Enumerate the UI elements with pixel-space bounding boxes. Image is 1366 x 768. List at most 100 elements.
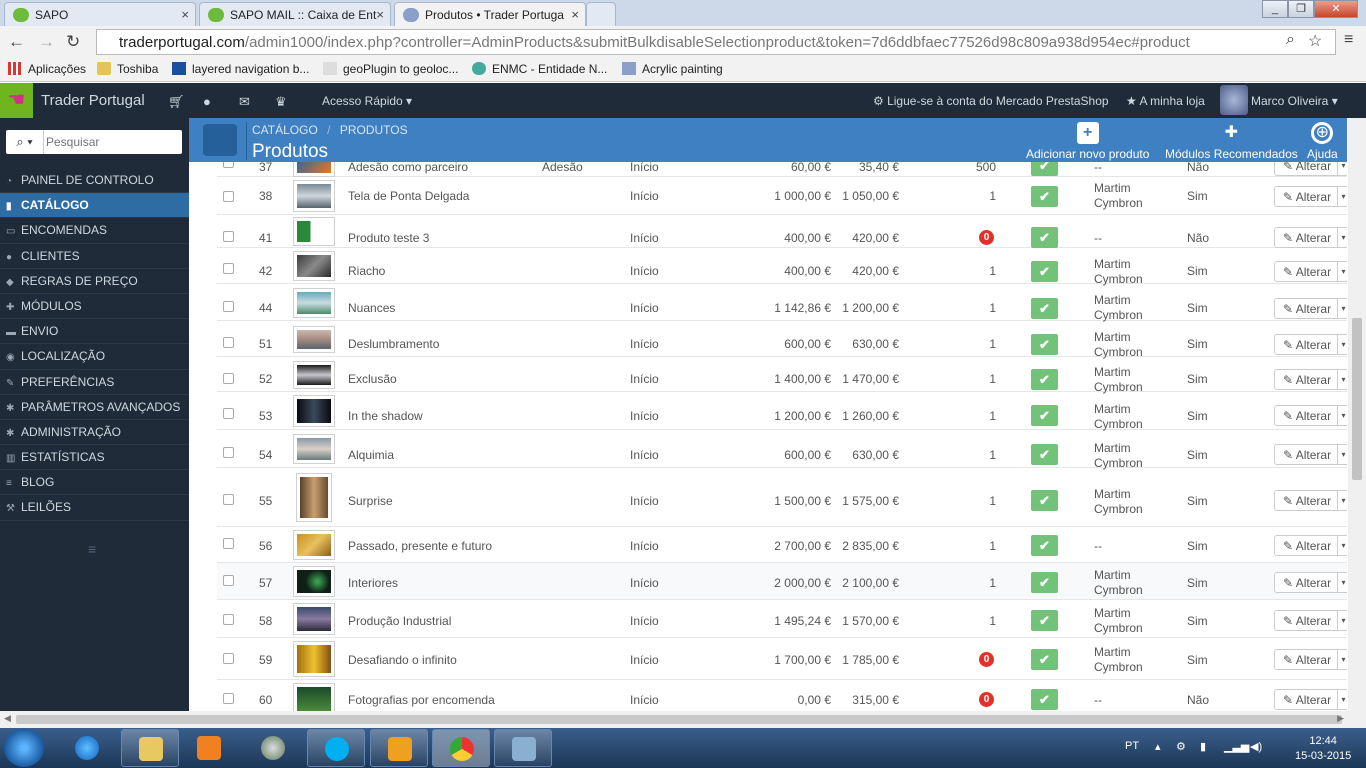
edit-button[interactable]: ✎ Alterar	[1274, 649, 1338, 670]
enabled-check-icon[interactable]: ✔	[1031, 334, 1058, 355]
table-row[interactable]: 51 Deslumbramento Início 600,00 € 630,00…	[217, 321, 1347, 359]
row-actions-dropdown[interactable]: ▾	[1338, 610, 1347, 631]
hand-logo-icon[interactable]: ☚	[0, 83, 33, 118]
help-button[interactable]: ⊕ Ajuda	[1307, 122, 1338, 161]
row-checkbox[interactable]	[223, 263, 234, 274]
scrollbar-thumb[interactable]	[16, 715, 1342, 724]
edit-button[interactable]: ✎ Alterar	[1274, 227, 1338, 248]
network-icon[interactable]: ⚙	[1176, 740, 1186, 753]
table-row[interactable]: 38 Tela de Ponta Delgada Início 1 000,00…	[217, 177, 1347, 215]
enabled-check-icon[interactable]: ✔	[1031, 261, 1058, 282]
recommended-modules-button[interactable]: ✚ Módulos Recomendados	[1165, 122, 1298, 161]
row-actions-dropdown[interactable]: ▾	[1338, 444, 1347, 465]
enabled-check-icon[interactable]: ✔	[1031, 689, 1058, 710]
row-actions-dropdown[interactable]: ▾	[1338, 334, 1347, 355]
search-input[interactable]	[46, 132, 180, 152]
sidebar-item-price-rules[interactable]: ◆ REGRAS DE PREÇO	[0, 269, 189, 294]
row-actions-dropdown[interactable]: ▾	[1338, 572, 1347, 593]
enabled-check-icon[interactable]: ✔	[1031, 186, 1058, 207]
table-row[interactable]: 44 Nuances Início 1 142,86 € 1 200,00 € …	[217, 284, 1347, 322]
enabled-check-icon[interactable]: ✔	[1031, 405, 1058, 426]
address-bar[interactable]: traderportugal.com/admin1000/index.php?c…	[96, 29, 1336, 55]
row-checkbox[interactable]	[223, 447, 234, 458]
edit-button[interactable]: ✎ Alterar	[1274, 261, 1338, 282]
back-icon[interactable]: ←	[8, 32, 25, 52]
skype-taskbar-button[interactable]	[307, 729, 365, 767]
row-actions-dropdown[interactable]: ▾	[1338, 162, 1347, 176]
table-row[interactable]: 57 Interiores Início 2 000,00 € 2 100,00…	[217, 563, 1347, 600]
collapse-menu-icon[interactable]: ≡	[88, 541, 96, 557]
row-checkbox[interactable]	[223, 575, 234, 586]
enabled-check-icon[interactable]: ✔	[1031, 649, 1058, 670]
sidebar-item-advanced[interactable]: ✱ PARÂMETROS AVANÇADOS	[0, 395, 189, 420]
row-actions-dropdown[interactable]: ▾	[1338, 261, 1347, 282]
edit-button[interactable]: ✎ Alterar	[1274, 490, 1338, 511]
sidebar-item-preferences[interactable]: ✎ PREFERÊNCIAS	[0, 370, 189, 395]
table-row[interactable]: 56 Passado, presente e futuro Início 2 7…	[217, 527, 1347, 563]
table-row[interactable]: 58 Produção Industrial Início 1 495,24 €…	[217, 600, 1347, 638]
trophy-icon[interactable]: ♛	[275, 94, 287, 110]
enabled-check-icon[interactable]: ✔	[1031, 572, 1058, 593]
enabled-check-icon[interactable]: ✔	[1031, 227, 1058, 248]
tab-sapo[interactable]: SAPO ×	[4, 2, 196, 26]
row-actions-dropdown[interactable]: ▾	[1338, 689, 1347, 710]
row-checkbox[interactable]	[223, 653, 234, 664]
row-checkbox[interactable]	[223, 191, 234, 202]
table-row[interactable]: 54 Alquimia Início 600,00 € 630,00 € 1 ✔…	[217, 430, 1347, 470]
volume-icon[interactable]: ◀)	[1250, 740, 1262, 753]
sidebar-item-blog[interactable]: ≡ BLOG	[0, 470, 189, 496]
row-actions-dropdown[interactable]: ▾	[1338, 298, 1347, 319]
edit-button[interactable]: ✎ Alterar	[1274, 369, 1338, 390]
sidebar-item-orders[interactable]: ▭ ENCOMENDAS	[0, 218, 189, 244]
enabled-check-icon[interactable]: ✔	[1031, 369, 1058, 390]
edit-button[interactable]: ✎ Alterar	[1274, 162, 1338, 176]
close-tab-icon[interactable]: ×	[181, 7, 189, 22]
enabled-check-icon[interactable]: ✔	[1031, 610, 1058, 631]
bookmark-toshiba[interactable]: Toshiba	[97, 62, 158, 76]
new-tab-button[interactable]	[586, 2, 616, 26]
bookmark-apps[interactable]: Aplicações	[8, 62, 86, 76]
enabled-check-icon[interactable]: ✔	[1031, 444, 1058, 465]
sidebar-item-catalog[interactable]: ▮ CATÁLOGO	[0, 193, 189, 219]
tab-produtos[interactable]: Produtos • Trader Portuga ×	[394, 2, 586, 26]
scrollbar-thumb[interactable]	[1352, 318, 1362, 480]
bookmark-acrylic[interactable]: Acrylic painting	[622, 62, 723, 76]
table-row[interactable]: 42 Riacho Início 400,00 € 420,00 € 1 ✔ M…	[217, 248, 1347, 286]
enabled-check-icon[interactable]: ✔	[1031, 298, 1058, 319]
table-row[interactable]: 59 Desafiando o infinito Início 1 700,00…	[217, 638, 1347, 680]
row-actions-dropdown[interactable]: ▾	[1338, 490, 1347, 511]
vertical-scrollbar[interactable]	[1348, 118, 1366, 711]
cart-icon[interactable]: 🛒︎	[168, 94, 185, 110]
row-actions-dropdown[interactable]: ▾	[1338, 186, 1347, 207]
row-checkbox[interactable]	[223, 693, 234, 704]
quick-access-menu[interactable]: Acesso Rápido ▾	[322, 94, 412, 108]
app-taskbar-button[interactable]	[244, 729, 302, 767]
maximize-icon[interactable]: ❐	[1288, 0, 1314, 18]
shop-name[interactable]: Trader Portugal	[41, 92, 145, 109]
outlook-taskbar-button[interactable]	[370, 729, 428, 767]
my-shop-link[interactable]: ★ A minha loja	[1126, 94, 1205, 108]
search-icon[interactable]: ⌕	[1286, 31, 1295, 49]
close-tab-icon[interactable]: ×	[376, 7, 384, 22]
network-app-taskbar-button[interactable]	[494, 729, 552, 767]
reload-icon[interactable]: ↻	[66, 32, 80, 52]
tab-sapo-mail[interactable]: SAPO MAIL :: Caixa de Ent ×	[199, 2, 391, 26]
enabled-check-icon[interactable]: ✔	[1031, 162, 1058, 176]
edit-button[interactable]: ✎ Alterar	[1274, 610, 1338, 631]
row-actions-dropdown[interactable]: ▾	[1338, 535, 1347, 556]
sidebar-item-dashboard[interactable]: ◔ PAINEL DE CONTROLO	[0, 168, 189, 194]
forward-icon[interactable]: →	[38, 32, 55, 52]
language-indicator[interactable]: PT	[1125, 740, 1139, 752]
row-checkbox[interactable]	[223, 373, 234, 384]
explorer-taskbar-button[interactable]	[121, 729, 179, 767]
edit-button[interactable]: ✎ Alterar	[1274, 689, 1338, 710]
close-tab-icon[interactable]: ×	[571, 7, 579, 22]
add-product-button[interactable]: + Adicionar novo produto	[1026, 122, 1149, 161]
row-actions-dropdown[interactable]: ▾	[1338, 649, 1347, 670]
table-row[interactable]: 53 In the shadow Início 1 200,00 € 1 260…	[217, 392, 1347, 431]
table-row[interactable]: 52 Exclusão Início 1 400,00 € 1 470,00 €…	[217, 357, 1347, 394]
system-clock[interactable]: 12:44 15-03-2015	[1295, 734, 1351, 764]
breadcrumb-products[interactable]: PRODUTOS	[340, 123, 408, 137]
row-checkbox[interactable]	[223, 162, 234, 168]
bookmark-geoplugin[interactable]: geoPlugin to geoloc...	[323, 62, 458, 76]
